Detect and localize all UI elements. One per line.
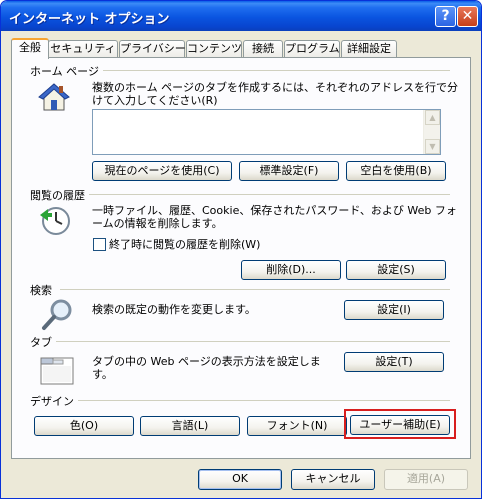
- use-blank-button[interactable]: 空白を使用(B): [346, 161, 446, 181]
- ok-button[interactable]: OK: [198, 469, 282, 490]
- tabs-group-label: タブ: [30, 334, 56, 350]
- use-default-button[interactable]: 標準設定(F): [239, 161, 339, 181]
- tab-programs[interactable]: プログラム: [284, 40, 340, 58]
- tab-content[interactable]: コンテンツ: [186, 40, 242, 58]
- history-clock-icon: [40, 207, 70, 235]
- tab-connections[interactable]: 接続: [243, 40, 283, 58]
- use-current-button[interactable]: 現在のページを使用(C): [92, 161, 232, 181]
- design-group-divider: [74, 400, 450, 401]
- close-button[interactable]: ✕: [457, 6, 478, 27]
- home-url-scrollbar[interactable]: ▲ ▼: [423, 110, 440, 154]
- tab-security[interactable]: セキュリティ: [48, 40, 118, 58]
- tab-general[interactable]: 全般: [11, 38, 49, 59]
- general-tab-panel: ホーム ページ 複数のホーム ページのタブを作成するには、それぞれのアドレスを行…: [11, 57, 471, 459]
- design-group-label: デザイン: [30, 393, 78, 409]
- scroll-up-arrow-icon[interactable]: ▲: [425, 110, 440, 125]
- tabs-group-divider: [52, 341, 450, 342]
- search-description: 検索の既定の動作を変更します。: [92, 303, 256, 316]
- tabs-settings-button[interactable]: 設定(T): [344, 352, 444, 372]
- apply-button[interactable]: 適用(A): [384, 469, 468, 490]
- fonts-button[interactable]: フォント(N): [247, 416, 347, 436]
- tabs-description: タブの中の Web ページの表示方法を設定します。: [92, 355, 321, 381]
- delete-history-on-exit-checkbox[interactable]: [93, 238, 106, 251]
- history-settings-button[interactable]: 設定(S): [346, 260, 446, 280]
- history-description: 一時ファイル、履歴、Cookie、保存されたパスワード、および Web フォーム…: [92, 204, 457, 230]
- home-group-divider: [102, 70, 450, 71]
- search-settings-button[interactable]: 設定(I): [344, 300, 444, 320]
- delete-history-on-exit-label[interactable]: 終了時に閲覧の履歴を削除(W): [109, 238, 260, 251]
- search-magnifier-icon: [42, 299, 72, 330]
- history-group-divider: [88, 194, 450, 195]
- tabs-window-icon: [40, 357, 74, 385]
- colors-button[interactable]: 色(O): [34, 416, 134, 436]
- window-title: インターネット オプション: [9, 12, 170, 27]
- scroll-down-arrow-icon[interactable]: ▼: [425, 139, 440, 154]
- title-bar[interactable]: インターネット オプション ? ✕: [1, 1, 481, 31]
- accessibility-button[interactable]: ユーザー補助(E): [350, 415, 450, 435]
- home-icon: [38, 83, 70, 111]
- home-description: 複数のホーム ページのタブを作成するには、それぞれのアドレスを行で分けて入力して…: [92, 81, 458, 107]
- cancel-button[interactable]: キャンセル: [291, 469, 375, 490]
- search-group-divider: [60, 289, 450, 290]
- delete-history-button[interactable]: 削除(D)...: [241, 260, 341, 280]
- search-group-label: 検索: [30, 282, 56, 298]
- tab-privacy[interactable]: プライバシー: [119, 40, 186, 58]
- internet-options-dialog: インターネット オプション ? ✕ 全般 セキュリティ プライバシー コンテンツ…: [0, 0, 482, 499]
- languages-button[interactable]: 言語(L): [140, 416, 240, 436]
- help-button[interactable]: ?: [435, 6, 456, 27]
- history-group-label: 閲覧の履歴: [30, 187, 89, 203]
- home-group-label: ホーム ページ: [30, 63, 103, 79]
- tab-advanced[interactable]: 詳細設定: [341, 40, 397, 58]
- home-page-url-input[interactable]: ▲ ▼: [92, 109, 441, 155]
